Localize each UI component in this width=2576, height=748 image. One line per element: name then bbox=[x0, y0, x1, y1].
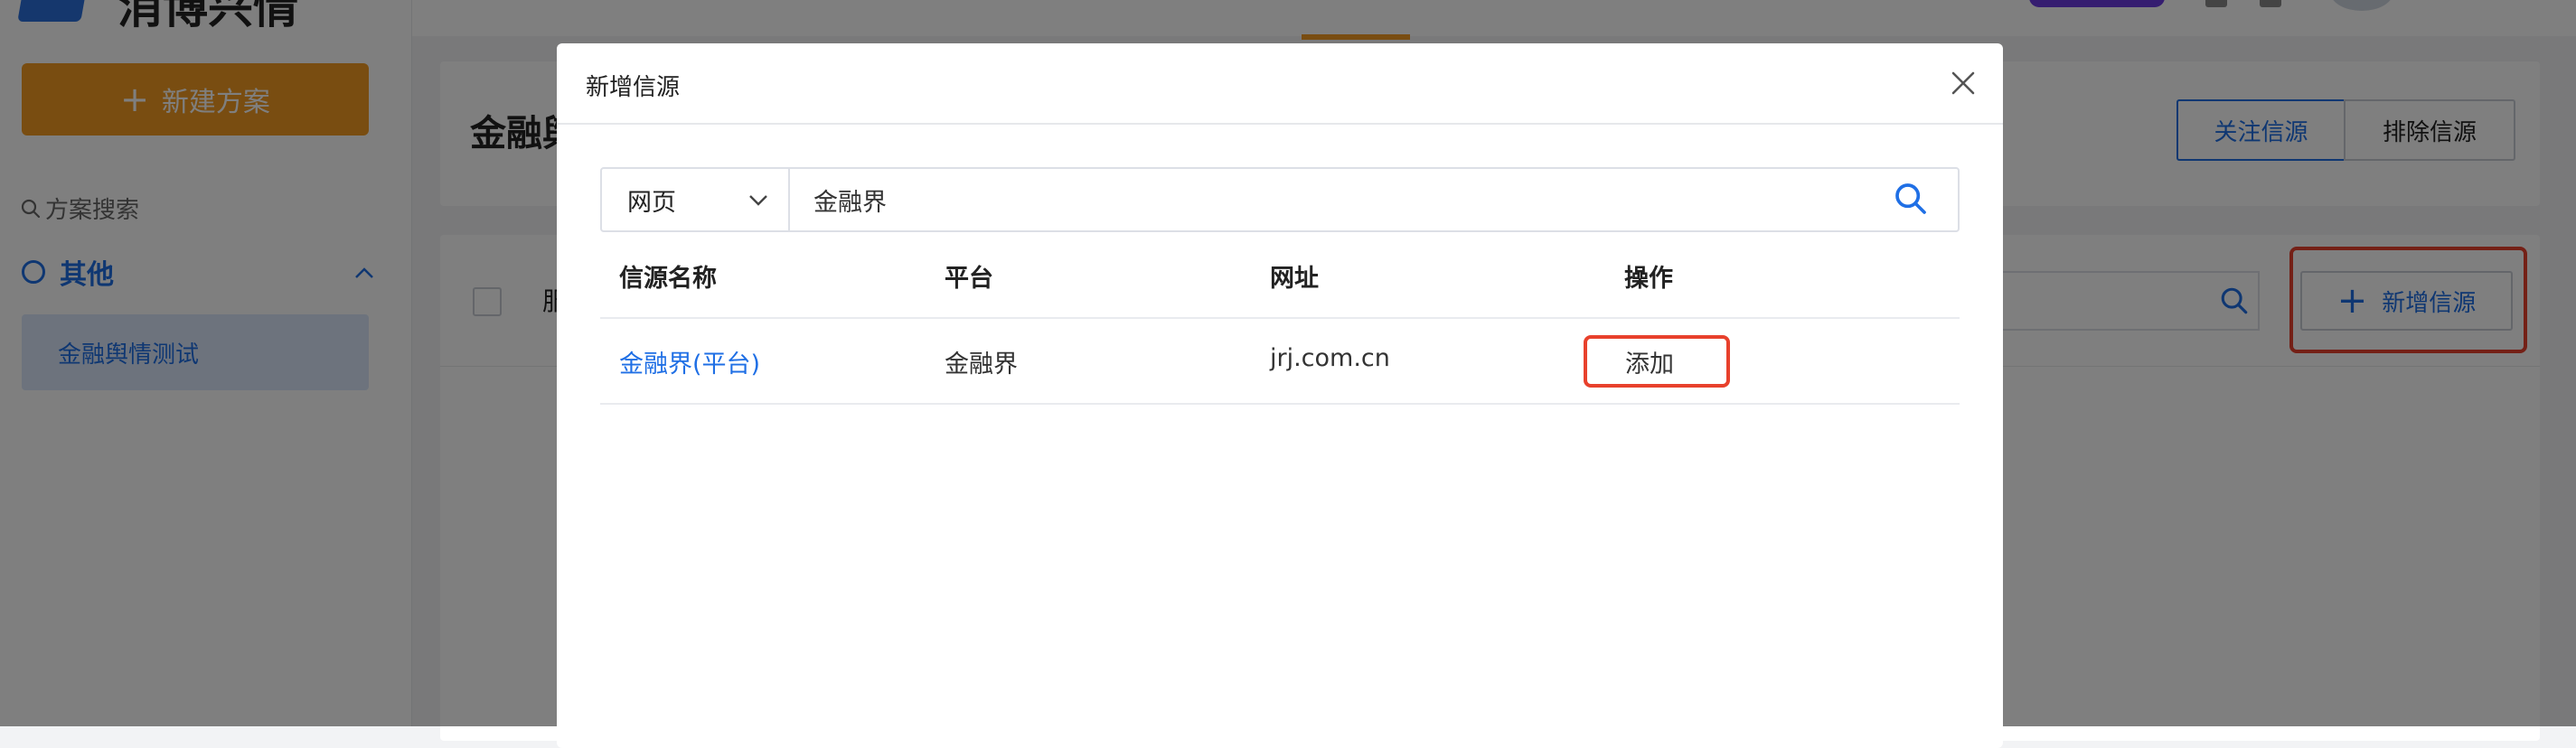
table-header-divider bbox=[600, 317, 1960, 319]
close-icon[interactable] bbox=[1945, 65, 1981, 101]
source-url-cell: jrj.com.cn bbox=[1270, 344, 1390, 372]
column-header-url: 网址 bbox=[1270, 265, 1319, 293]
add-button[interactable]: 添加 bbox=[1584, 335, 1730, 388]
search-icon[interactable] bbox=[1893, 181, 1929, 220]
dialog-divider bbox=[557, 123, 2003, 125]
column-header-action: 操作 bbox=[1624, 265, 1673, 293]
divider bbox=[788, 169, 790, 230]
add-source-dialog bbox=[557, 43, 2003, 748]
source-platform-cell: 金融界 bbox=[945, 351, 1018, 379]
dialog-title: 新增信源 bbox=[586, 74, 681, 101]
table-row-divider bbox=[600, 403, 1960, 405]
source-name-link[interactable]: 金融界(平台) bbox=[619, 344, 760, 379]
search-input[interactable] bbox=[794, 172, 1878, 228]
column-header-source-name: 信源名称 bbox=[619, 265, 717, 293]
chevron-down-icon[interactable] bbox=[747, 188, 770, 215]
column-header-platform: 平台 bbox=[945, 265, 993, 293]
